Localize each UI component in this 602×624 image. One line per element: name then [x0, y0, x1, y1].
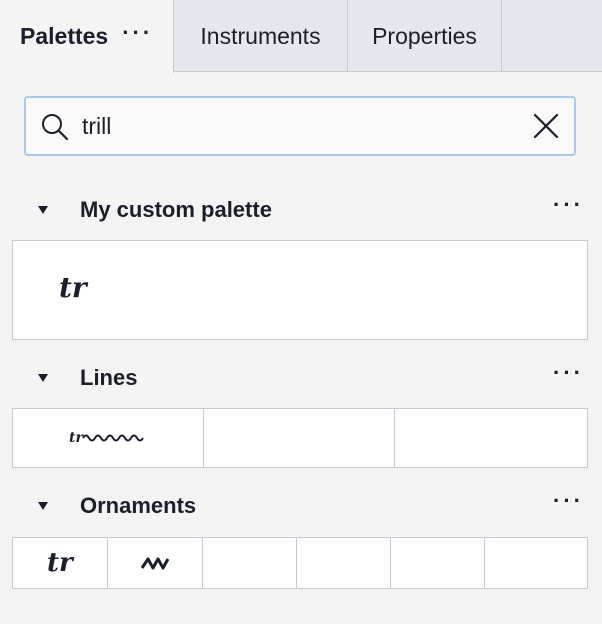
palette-grid-lines: tr [12, 408, 588, 468]
search-icon [42, 114, 69, 141]
chevron-down-icon[interactable] [36, 204, 50, 216]
palette-cell-empty[interactable] [395, 409, 587, 467]
section-title: Ornaments [80, 493, 197, 518]
palette-cell-empty[interactable] [485, 538, 587, 588]
search-input[interactable] [82, 108, 522, 144]
palette-cell-trill-line[interactable]: tr [13, 409, 205, 467]
chevron-down-icon[interactable] [36, 500, 50, 512]
section-menu-button[interactable]: ··· [553, 192, 584, 218]
close-icon[interactable] [532, 112, 560, 140]
tab-instruments-label: Instruments [200, 22, 321, 49]
tab-bar: Palettes ··· Instruments Properties [0, 0, 602, 73]
tab-properties-label: Properties [372, 22, 477, 49]
section-header-custom-palette[interactable]: My custom palette ··· [0, 190, 602, 230]
trill-line-icon: tr [69, 430, 144, 446]
mordent-icon [140, 557, 170, 570]
tab-palettes[interactable]: Palettes ··· [0, 0, 174, 73]
palette-cell-empty[interactable] [297, 538, 391, 588]
palette-grid-custom: tr [12, 240, 588, 340]
palette-cell-empty[interactable] [391, 538, 485, 588]
section-title: My custom palette [80, 197, 272, 222]
section-header-lines[interactable]: Lines ··· [0, 358, 602, 398]
palette-cell-mordent[interactable] [108, 538, 203, 588]
palette-grid-ornaments: tr [12, 537, 588, 589]
chevron-down-icon[interactable] [36, 372, 50, 384]
palette-cell-empty[interactable] [203, 538, 297, 588]
section-menu-button[interactable]: ··· [553, 488, 584, 514]
palette-cell-trill[interactable]: tr [13, 538, 108, 588]
tab-properties[interactable]: Properties [348, 0, 502, 72]
palette-cell-empty[interactable] [204, 409, 395, 467]
trill-symbol: tr [59, 271, 87, 304]
tab-palettes-label: Palettes [20, 23, 109, 49]
section-header-ornaments[interactable]: Ornaments ··· [0, 486, 602, 526]
trill-symbol: tr [47, 548, 73, 578]
palette-search-field[interactable] [24, 96, 576, 156]
section-title: Lines [80, 365, 138, 390]
tab-instruments[interactable]: Instruments [174, 0, 348, 72]
palette-cell-trill[interactable]: tr [13, 241, 587, 339]
section-menu-button[interactable]: ··· [553, 360, 584, 386]
svg-text:tr: tr [69, 430, 84, 446]
palettes-menu-button[interactable]: ··· [122, 20, 153, 46]
